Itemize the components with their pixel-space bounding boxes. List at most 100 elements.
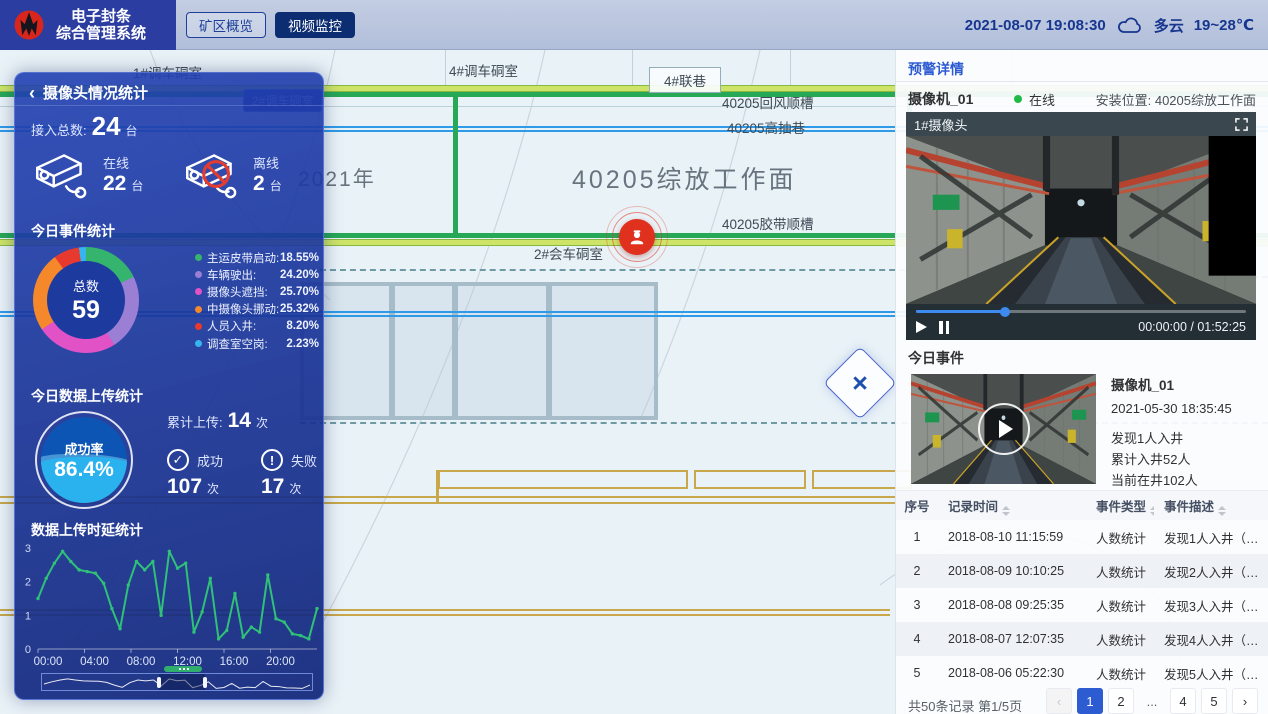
legend-value: 2.23% xyxy=(286,338,319,350)
y-tick-label: 1 xyxy=(25,610,31,622)
event-video-thumbnail[interactable] xyxy=(911,374,1096,484)
table-row[interactable]: 12018-08-10 11:15:59人数统计发现1人入井（累计入井52人..… xyxy=(896,520,1268,554)
table-cell: 1 xyxy=(896,530,938,544)
legend-dot xyxy=(195,340,202,347)
table-header-2[interactable]: 事件类型 xyxy=(1086,496,1154,516)
legend-item: 车辆驶出:24.20% xyxy=(195,266,319,283)
zoom-handle-left[interactable] xyxy=(157,677,161,688)
video-player-header: 1#摄像头 xyxy=(906,112,1256,136)
map-label-plain: 40205胶带顺槽 xyxy=(722,213,814,233)
x-tick-label: 16:00 xyxy=(220,656,249,668)
table-cell: 5 xyxy=(896,666,938,680)
success-rate-gauge: 成功率 86.4% xyxy=(35,411,133,509)
table-cell: 发现2人入井（累计入井52人... xyxy=(1154,562,1268,581)
video-progress-fill xyxy=(916,310,1005,313)
video-frame[interactable] xyxy=(906,136,1256,304)
divider xyxy=(896,81,1268,82)
video-player: 1#摄像头 xyxy=(906,112,1256,340)
zoom-selection[interactable] xyxy=(159,674,205,690)
video-progress-handle[interactable] xyxy=(1000,307,1010,317)
page-button-5[interactable]: 5 xyxy=(1201,688,1227,714)
page-ellipsis[interactable]: ... xyxy=(1139,688,1165,714)
company-logo-icon xyxy=(12,8,46,42)
camera-offline-icon xyxy=(179,145,245,203)
sort-caret-icon[interactable] xyxy=(1002,506,1010,516)
fail-value: 17 xyxy=(261,475,284,499)
online-value: 22 xyxy=(103,172,126,196)
legend-item: 摄像头遮挡:25.70% xyxy=(195,283,319,300)
table-row[interactable]: 32018-08-08 09:25:35人数统计发现3人入井（累计入井52人..… xyxy=(896,588,1268,622)
table-cell: 3 xyxy=(896,598,938,612)
next-page-button[interactable]: › xyxy=(1232,688,1258,714)
table-row[interactable]: 52018-08-06 05:22:30人数统计发现5人入井（累计入井52人..… xyxy=(896,656,1268,690)
pause-button[interactable] xyxy=(939,321,949,334)
check-circle-icon: ✓ xyxy=(167,449,189,471)
event-table-header: 序号记录时间事件类型事件描述 xyxy=(896,490,1268,520)
map-label-title: 40205综放工作面 xyxy=(572,160,797,196)
play-button[interactable] xyxy=(916,321,927,333)
video-progress-bar[interactable] xyxy=(916,310,1246,313)
upload-success-stat: ✓ 成功 xyxy=(167,449,223,471)
chart-zoom-slider[interactable] xyxy=(41,673,313,691)
cumulative-value: 14 xyxy=(228,409,251,433)
zoom-grip[interactable] xyxy=(164,666,202,672)
event-table: 12018-08-10 11:15:59人数统计发现1人入井（累计入井52人..… xyxy=(896,520,1268,690)
offline-value: 2 xyxy=(253,172,265,196)
sort-caret-icon[interactable] xyxy=(1218,506,1226,516)
play-overlay-icon[interactable] xyxy=(978,403,1030,455)
table-cell: 发现5人入井（累计入井52人... xyxy=(1154,664,1268,683)
video-time: 00:00:00 / 01:52:25 xyxy=(1138,320,1246,334)
table-cell: 人数统计 xyxy=(1086,630,1154,649)
events-legend: 主运皮带启动:18.55%车辆驶出:24.20%摄像头遮挡:25.70%中摄像头… xyxy=(195,249,319,352)
donut-center: 总数 59 xyxy=(47,261,125,339)
header-right-info: 2021-08-07 19:08:30 多云 19~28℃ xyxy=(965,0,1254,50)
fullscreen-icon[interactable] xyxy=(1235,118,1248,131)
gauge-label: 成功率 xyxy=(64,439,103,458)
tab-mine-overview[interactable]: 矿区概览 xyxy=(186,12,266,38)
page-button-4[interactable]: 4 xyxy=(1170,688,1196,714)
legend-name: 车辆驶出: xyxy=(207,267,280,283)
event-line: 累计入井52人 xyxy=(1111,449,1259,470)
y-tick-label: 2 xyxy=(25,577,31,589)
table-cell: 发现4人入井（累计入井52人... xyxy=(1154,630,1268,649)
page-button-2[interactable]: 2 xyxy=(1108,688,1134,714)
table-cell: 2 xyxy=(896,564,938,578)
legend-value: 18.55% xyxy=(280,252,319,264)
table-header-3[interactable]: 事件描述 xyxy=(1154,496,1268,516)
page-button-1[interactable]: 1 xyxy=(1077,688,1103,714)
miner-alert-icon xyxy=(619,219,655,255)
cumulative-unit: 次 xyxy=(256,414,268,431)
prev-page-button[interactable]: ‹ xyxy=(1046,688,1072,714)
access-total-value: 24 xyxy=(92,111,121,142)
main-tabs: 矿区概览视频监控 xyxy=(186,12,355,38)
event-card: 摄像机_01 2021-05-30 18:35:45 发现1人入井 累计入井52… xyxy=(1111,374,1259,491)
online-unit: 台 xyxy=(131,177,143,194)
fail-label: 失败 xyxy=(291,451,317,470)
table-cell: 2018-08-09 10:10:25 xyxy=(938,564,1086,578)
panel-title-row: ‹ 摄像头情况统计 xyxy=(29,82,148,103)
camera-status: 在线 xyxy=(1029,90,1055,109)
video-controls-bar: 00:00:00 / 01:52:25 xyxy=(906,304,1256,340)
app-title: 电子封条 综合管理系统 xyxy=(56,8,146,42)
event-time: 2021-05-30 18:35:45 xyxy=(1111,401,1259,416)
legend-value: 25.32% xyxy=(280,303,319,315)
legend-dot xyxy=(195,271,202,278)
event-line: 发现1人入井 xyxy=(1111,428,1259,449)
pagination: ‹12...45› xyxy=(1046,688,1258,714)
exclamation-circle-icon: ! xyxy=(261,449,283,471)
legend-dot xyxy=(195,323,202,330)
today-events-title: 今日事件 xyxy=(908,348,964,368)
table-row[interactable]: 22018-08-09 10:10:25人数统计发现2人入井（累计入井52人..… xyxy=(896,554,1268,588)
chevron-left-icon[interactable]: ‹ xyxy=(29,86,35,100)
tab-video-monitoring[interactable]: 视频监控 xyxy=(275,12,355,38)
fail-unit: 次 xyxy=(289,480,301,497)
table-header-0: 序号 xyxy=(896,496,938,515)
legend-name: 摄像头遮挡: xyxy=(207,284,280,300)
table-header-1[interactable]: 记录时间 xyxy=(938,496,1086,516)
table-cell: 2018-08-08 09:25:35 xyxy=(938,598,1086,612)
table-cell: 人数统计 xyxy=(1086,528,1154,547)
zoom-handle-right[interactable] xyxy=(203,677,207,688)
table-row[interactable]: 42018-08-07 12:07:35人数统计发现4人入井（累计入井52人..… xyxy=(896,622,1268,656)
upload-success-value: 107 次 xyxy=(167,475,219,499)
camera-online-icon xyxy=(29,145,95,203)
